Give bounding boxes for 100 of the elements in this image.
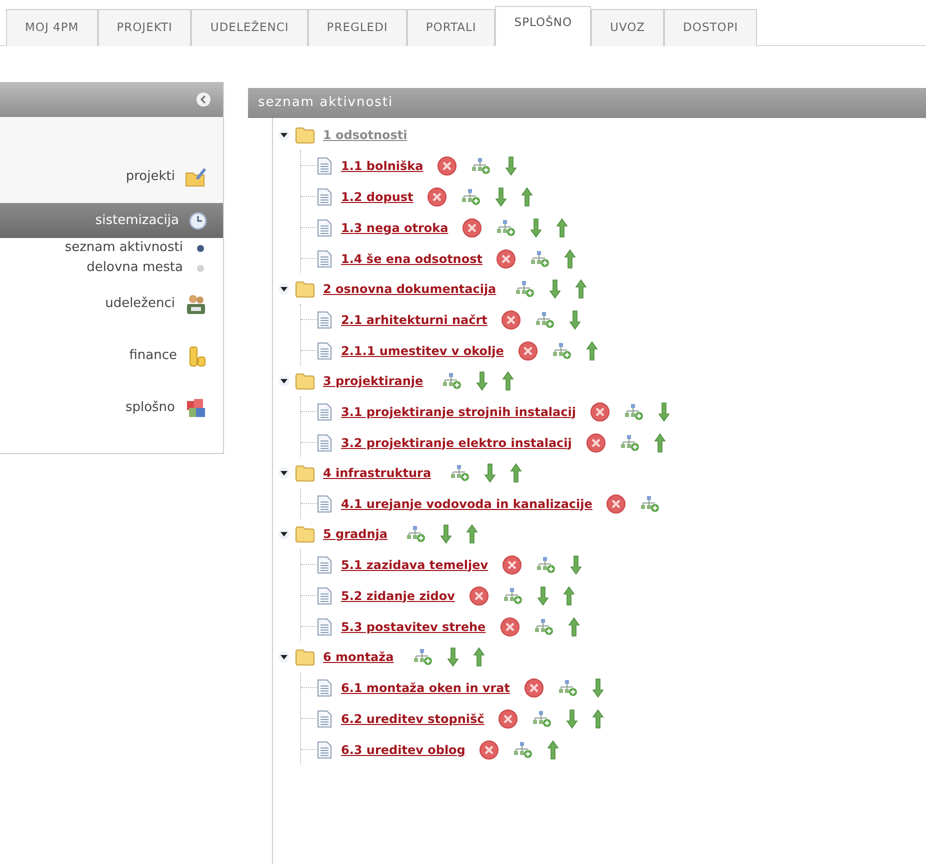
arrow-up-icon[interactable] <box>556 218 568 238</box>
folder-link[interactable]: 3 projektiranje <box>323 372 424 390</box>
add-child-icon[interactable] <box>461 188 482 206</box>
delete-icon[interactable] <box>437 156 458 176</box>
activity-link[interactable]: 3.2 projektiranje elektro instalacij <box>341 434 572 452</box>
add-child-icon[interactable] <box>535 310 556 328</box>
arrow-up-icon[interactable] <box>547 740 560 760</box>
arrow-down-icon[interactable] <box>440 524 452 544</box>
add-child-icon[interactable] <box>412 648 433 666</box>
collapse-icon[interactable] <box>196 92 211 107</box>
activity-link[interactable]: 1.4 še ena odsotnost <box>341 250 482 268</box>
delete-icon[interactable] <box>590 402 610 422</box>
arrow-up-icon[interactable] <box>575 279 588 299</box>
arrow-down-icon[interactable] <box>658 402 670 422</box>
delete-icon[interactable] <box>518 340 538 360</box>
add-child-icon[interactable] <box>640 494 660 512</box>
add-child-icon[interactable] <box>534 618 554 636</box>
add-child-icon[interactable] <box>532 710 552 728</box>
delete-icon[interactable] <box>606 494 626 514</box>
activity-link[interactable]: 1.1 bolniška <box>341 156 424 174</box>
arrow-down-icon[interactable] <box>446 647 459 667</box>
arrow-up-icon[interactable] <box>466 524 478 544</box>
sidebar-subitem[interactable]: seznam aktivnosti <box>0 238 223 258</box>
folder-link[interactable]: 6 montaža <box>323 648 394 666</box>
tab[interactable]: MOJ 4PM <box>6 9 98 46</box>
activity-link[interactable]: 1.3 nega otroka <box>341 218 448 236</box>
delete-icon[interactable] <box>502 554 522 574</box>
delete-icon[interactable] <box>501 310 522 330</box>
arrow-up-icon[interactable] <box>564 248 576 268</box>
arrow-down-icon[interactable] <box>505 156 518 176</box>
delete-icon[interactable] <box>468 586 489 606</box>
add-child-icon[interactable] <box>515 280 536 298</box>
delete-icon[interactable] <box>479 740 500 760</box>
arrow-up-icon[interactable] <box>510 463 522 483</box>
arrow-down-icon[interactable] <box>566 708 578 728</box>
activity-link[interactable]: 6.2 ureditev stopnišč <box>341 710 484 728</box>
sidebar-item[interactable]: sistemizacija <box>0 203 223 238</box>
collapse-toggle[interactable] <box>278 467 290 479</box>
arrow-up-icon[interactable] <box>586 340 598 360</box>
folder-link[interactable]: 5 gradnja <box>323 525 388 543</box>
add-child-icon[interactable] <box>620 434 640 452</box>
tab[interactable]: UVOZ <box>591 9 664 46</box>
add-child-icon[interactable] <box>471 156 492 174</box>
tab[interactable]: PORTALI <box>406 9 496 46</box>
arrow-down-icon[interactable] <box>570 554 582 574</box>
tab[interactable]: PREGLEDI <box>308 9 407 46</box>
sidebar-item[interactable]: splošno <box>0 382 223 434</box>
activity-link[interactable]: 3.1 projektiranje strojnih instalacij <box>341 402 576 420</box>
activity-link[interactable]: 5.2 zidanje zidov <box>341 586 455 604</box>
collapse-toggle[interactable] <box>278 651 290 663</box>
tab[interactable]: SPLOŠNO <box>495 6 592 46</box>
sidebar-item[interactable]: udeleženci <box>0 278 223 330</box>
activity-link[interactable]: 6.3 ureditev oblog <box>341 740 466 758</box>
activity-link[interactable]: 6.1 montaža oken in vrat <box>341 678 510 696</box>
tab[interactable]: UDELEŽENCI <box>191 9 308 46</box>
arrow-up-icon[interactable] <box>562 586 575 606</box>
add-child-icon[interactable] <box>530 250 550 268</box>
sidebar-item[interactable]: projekti <box>0 117 223 203</box>
delete-icon[interactable] <box>586 432 606 452</box>
arrow-up-icon[interactable] <box>521 186 534 206</box>
delete-icon[interactable] <box>500 616 520 636</box>
add-child-icon[interactable] <box>450 464 470 482</box>
collapse-toggle[interactable] <box>278 129 290 141</box>
activity-link[interactable]: 4.1 urejanje vodovoda in kanalizacije <box>341 494 592 512</box>
arrow-down-icon[interactable] <box>569 310 582 330</box>
add-child-icon[interactable] <box>406 525 426 543</box>
add-child-icon[interactable] <box>624 402 644 420</box>
delete-icon[interactable] <box>427 186 448 206</box>
arrow-down-icon[interactable] <box>536 586 549 606</box>
add-child-icon[interactable] <box>513 740 534 758</box>
add-child-icon[interactable] <box>442 372 462 390</box>
arrow-up-icon[interactable] <box>568 616 580 636</box>
activity-link[interactable]: 5.3 postavitev strehe <box>341 618 486 636</box>
arrow-up-icon[interactable] <box>592 708 604 728</box>
arrow-down-icon[interactable] <box>484 463 496 483</box>
arrow-down-icon[interactable] <box>530 218 542 238</box>
activity-link[interactable]: 2.1 arhitekturni načrt <box>341 310 488 328</box>
add-child-icon[interactable] <box>552 342 572 360</box>
delete-icon[interactable] <box>498 708 518 728</box>
arrow-down-icon[interactable] <box>549 279 562 299</box>
delete-icon[interactable] <box>496 248 516 268</box>
collapse-toggle[interactable] <box>278 528 290 540</box>
activity-link[interactable]: 2.1.1 umestitev v okolje <box>341 342 504 360</box>
arrow-up-icon[interactable] <box>472 647 485 667</box>
folder-link[interactable]: 4 infrastruktura <box>323 464 432 482</box>
collapse-toggle[interactable] <box>278 375 290 387</box>
arrow-down-icon[interactable] <box>495 186 508 206</box>
tab[interactable]: DOSTOPI <box>664 9 758 46</box>
add-child-icon[interactable] <box>536 556 556 574</box>
arrow-up-icon[interactable] <box>502 371 514 391</box>
delete-icon[interactable] <box>462 218 482 238</box>
arrow-up-icon[interactable] <box>654 432 666 452</box>
sidebar-subitem[interactable]: delovna mesta <box>0 258 223 278</box>
sidebar-item[interactable]: finance <box>0 330 223 382</box>
activity-link[interactable]: 5.1 zazidava temeljev <box>341 556 488 574</box>
folder-link[interactable]: 2 osnovna dokumentacija <box>323 280 496 298</box>
arrow-down-icon[interactable] <box>476 371 488 391</box>
collapse-toggle[interactable] <box>278 283 290 295</box>
add-child-icon[interactable] <box>558 678 578 696</box>
tab[interactable]: PROJEKTI <box>98 9 192 46</box>
